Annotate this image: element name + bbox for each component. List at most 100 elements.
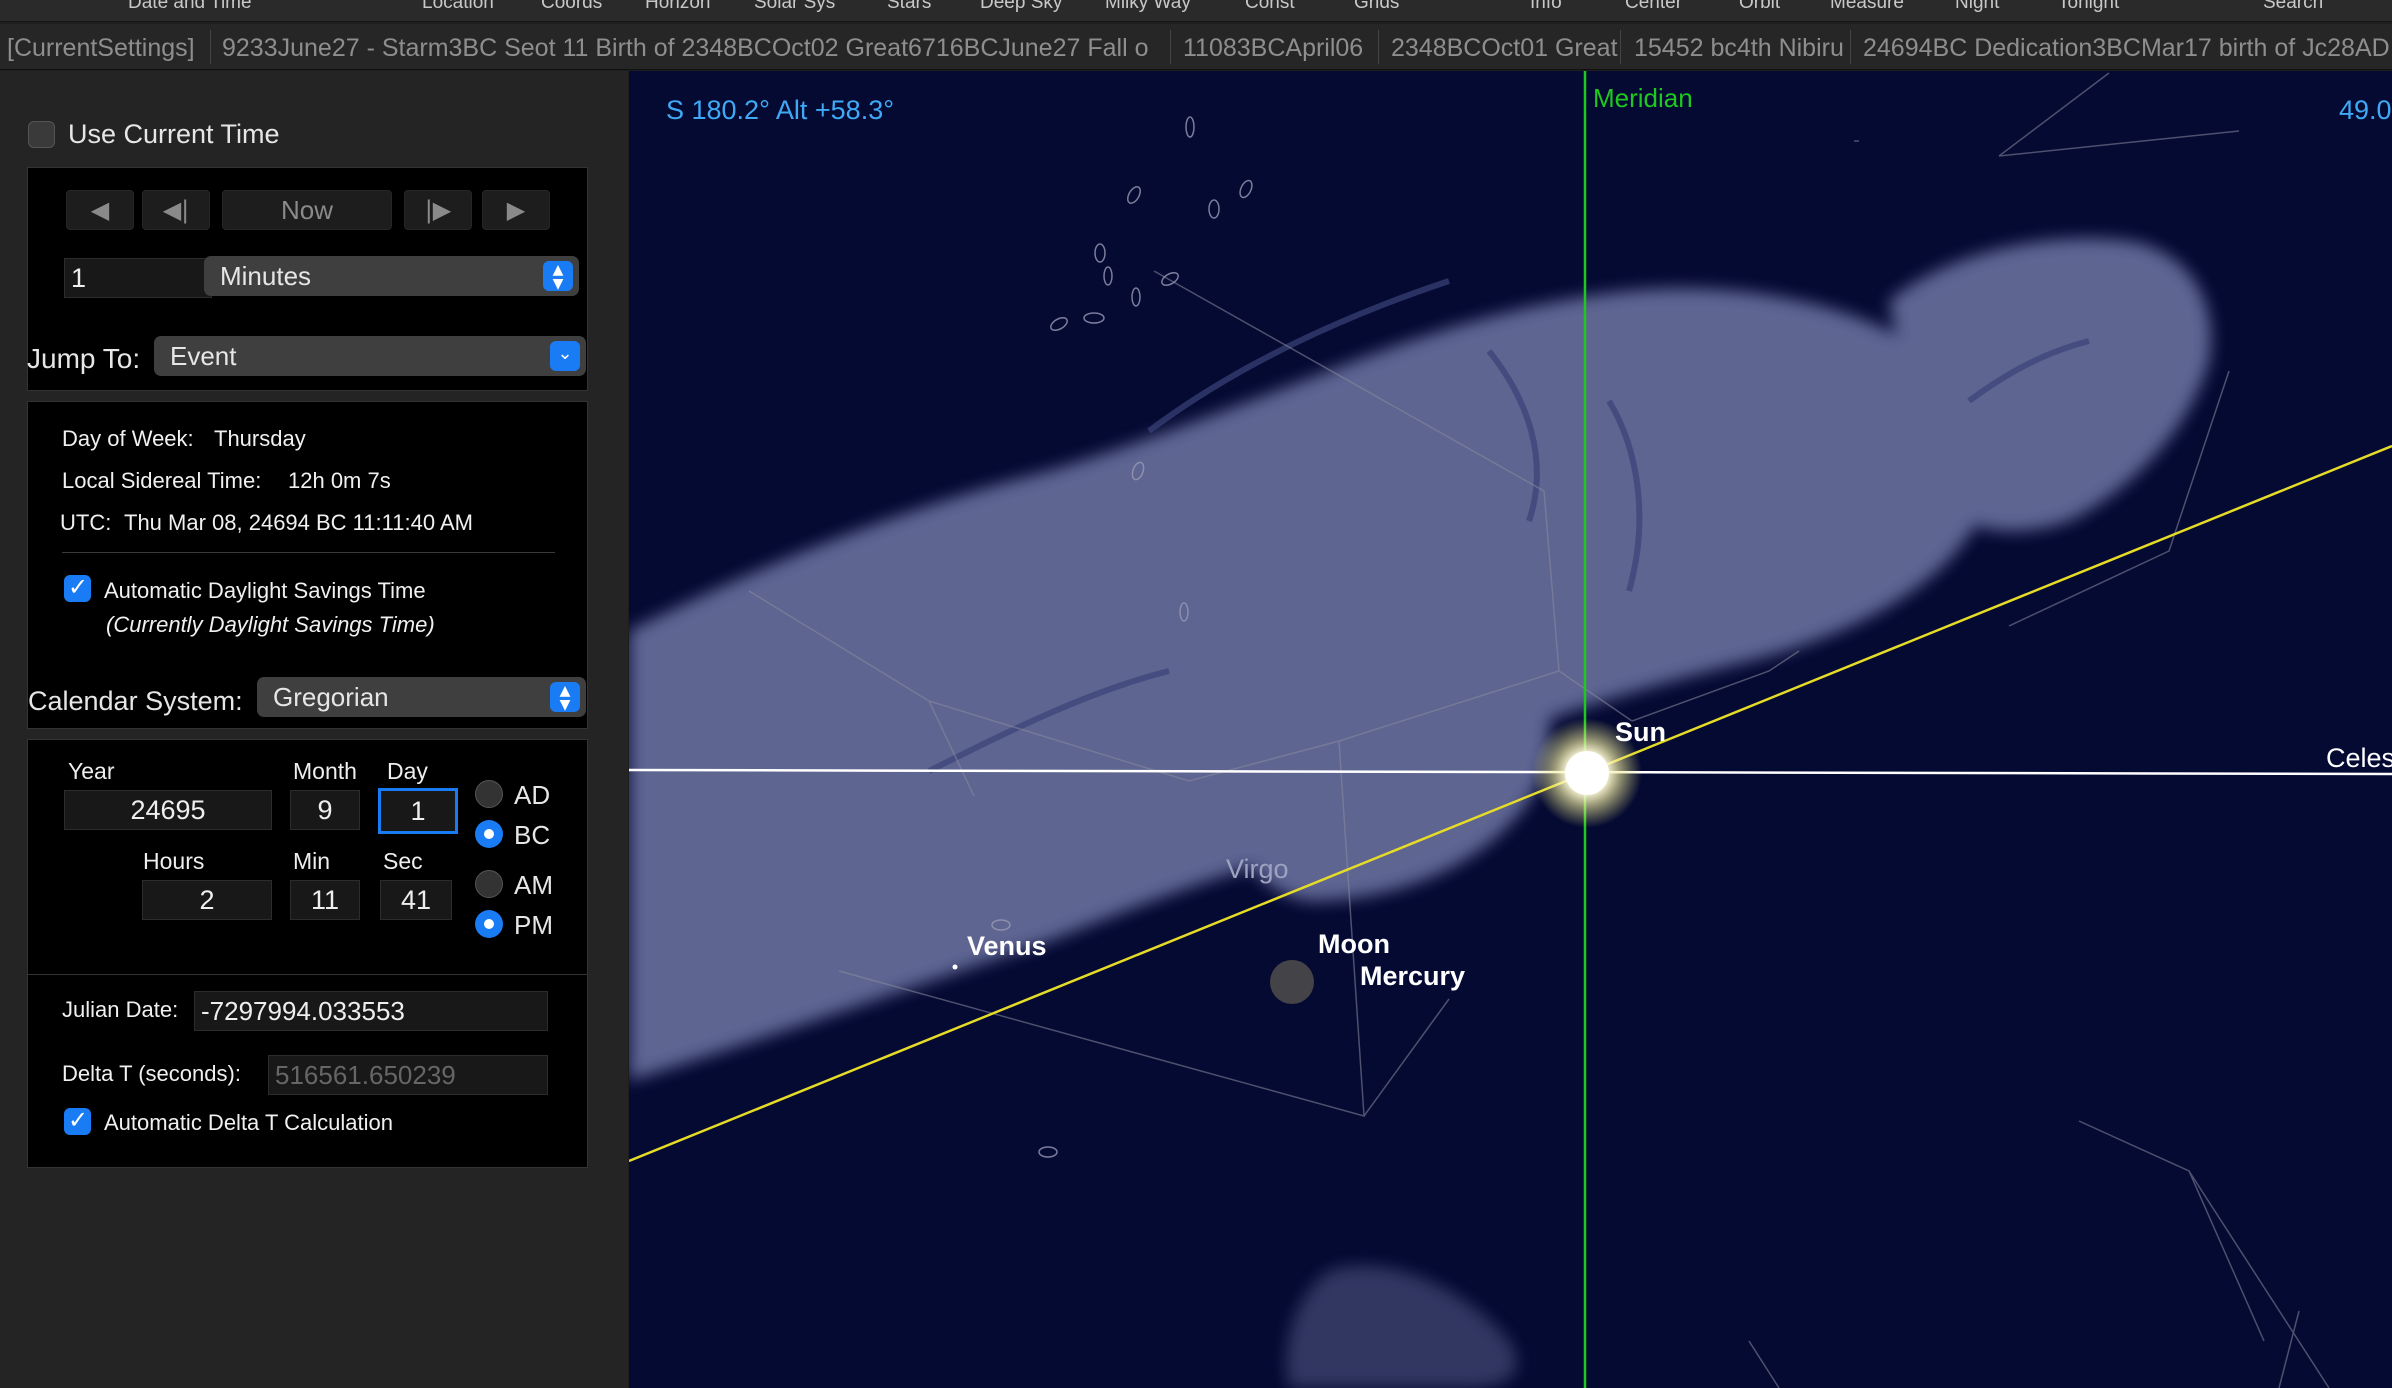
toolbar-tonight[interactable]: Tonight	[2058, 0, 2119, 14]
venus-label[interactable]: Venus	[967, 931, 1047, 962]
day-input[interactable]: 1	[378, 788, 458, 834]
rewind-button[interactable]: ◀	[66, 190, 134, 230]
use-current-time-label: Use Current Time	[68, 119, 280, 149]
direction-readout: S 180.2° Alt +58.3°	[666, 95, 895, 125]
delta-t-input[interactable]: 516561.650239	[268, 1055, 548, 1095]
toolbar-horizon[interactable]: Horizon	[645, 0, 710, 14]
sec-input[interactable]: 41	[380, 880, 452, 920]
virgo-artwork	[629, 238, 2211, 1388]
month-label: Month	[293, 758, 357, 784]
toolbar-milky-way[interactable]: Milky Way	[1105, 0, 1191, 14]
up-down-chevron-icon: ▲ ▼	[543, 261, 573, 291]
toolbar-deep-sky[interactable]: Deep Sky	[980, 0, 1062, 14]
toolbar-const[interactable]: Const	[1245, 0, 1295, 14]
toolbar-date-and-time[interactable]: Date and Time	[128, 0, 252, 14]
toolbar-orbit[interactable]: Orbit	[1739, 0, 1780, 14]
day-of-week-value: Thursday	[214, 426, 306, 451]
am-radio[interactable]	[475, 870, 503, 898]
celestial-equator-label: Celes	[2326, 743, 2392, 773]
month-input[interactable]: 9	[290, 790, 360, 830]
auto-dst-label: Automatic Daylight Savings Time	[104, 578, 426, 603]
bc-radio[interactable]	[475, 820, 503, 848]
settings-item-bookmark[interactable]: 11083BCApril06	[1183, 34, 1363, 63]
auto-delta-t-label: Automatic Delta T Calculation	[104, 1110, 393, 1135]
venus-dot	[952, 964, 958, 970]
jump-to-select[interactable]: Event ⌄	[154, 336, 586, 376]
moon-label[interactable]: Moon	[1318, 929, 1390, 960]
toolbar-grids[interactable]: Grids	[1354, 0, 1399, 14]
am-label: AM	[514, 870, 553, 900]
auto-delta-t-checkbox[interactable]	[64, 1106, 91, 1135]
mercury-label[interactable]: Mercury	[1360, 961, 1465, 992]
toolbar-solar-sys[interactable]: Solar Sys	[754, 0, 835, 14]
pm-label: PM	[514, 910, 553, 940]
utc-label: UTC:	[60, 510, 112, 535]
settings-bar: [CurrentSettings] 9233June27 - Starm3BC …	[0, 24, 2392, 70]
min-label: Min	[293, 848, 331, 874]
step-back-button[interactable]: ◀|	[142, 190, 210, 230]
settings-separator	[1850, 30, 1851, 64]
settings-separator	[1378, 30, 1379, 64]
sec-label: Sec	[383, 848, 423, 874]
toolbar-location[interactable]: Location	[422, 0, 494, 14]
auto-dst-checkbox[interactable]	[64, 573, 91, 602]
sun-label[interactable]: Sun	[1615, 717, 1666, 748]
pm-radio[interactable]	[475, 910, 503, 938]
divider	[62, 552, 555, 553]
time-step-input[interactable]: 1	[64, 258, 212, 298]
sidereal-time-value: 12h 0m 7s	[288, 468, 391, 493]
settings-item-bookmark[interactable]: 15452 bc4th Nibiru	[1634, 34, 1844, 63]
year-input[interactable]: 24695	[64, 790, 272, 830]
time-step-unit-value: Minutes	[220, 261, 312, 291]
sun-disk	[1565, 751, 1609, 795]
bc-label: BC	[514, 820, 551, 850]
calendar-system-value: Gregorian	[273, 682, 389, 712]
chevron-down-icon: ⌄	[550, 341, 580, 371]
calendar-system-label: Calendar System:	[28, 686, 243, 716]
ad-radio[interactable]	[475, 780, 503, 808]
toolbar-stars[interactable]: Stars	[887, 0, 931, 14]
hours-input[interactable]: 2	[142, 880, 272, 920]
now-button[interactable]: Now	[222, 190, 392, 230]
ad-label: AD	[514, 780, 551, 810]
min-input[interactable]: 11	[290, 880, 360, 920]
jump-to-label: Jump To:	[27, 343, 141, 374]
toolbar-center[interactable]: Center	[1625, 0, 1682, 14]
moon-disk	[1270, 960, 1314, 1004]
step-forward-button[interactable]: |▶	[404, 190, 472, 230]
year-label: Year	[68, 758, 115, 784]
up-down-chevron-icon: ▲ ▼	[550, 682, 580, 712]
time-step-unit-select[interactable]: Minutes ▲ ▼	[204, 256, 579, 296]
settings-item-bookmark[interactable]: 9233June27 - Starm3BC Seot 11 Birth of 2…	[222, 34, 1148, 63]
right-readout: 49.0	[2339, 95, 2392, 125]
date-time-panel: Use Current Time ◀ ◀| Now |▶ ▶ 1 Minutes…	[0, 71, 628, 1388]
julian-date-label: Julian Date:	[62, 997, 179, 1022]
dst-status: (Currently Daylight Savings Time)	[106, 612, 435, 637]
sky-view[interactable]: S 180.2° Alt +58.3° 49.0 Meridian Celes …	[629, 71, 2392, 1388]
utc-value: Thu Mar 08, 24694 BC 11:11:40 AM	[124, 510, 473, 535]
day-label: Day	[387, 758, 428, 784]
use-current-time-checkbox[interactable]	[28, 121, 55, 148]
sidereal-time-label: Local Sidereal Time:	[62, 468, 262, 493]
meridian-label: Meridian	[1593, 83, 1693, 113]
toolbar-search[interactable]: Search	[2263, 0, 2323, 14]
julian-date-box: Julian Date: -7297994.033553 Delta T (se…	[27, 974, 588, 1168]
settings-separator	[1620, 30, 1621, 64]
day-of-week-label: Day of Week:	[62, 426, 194, 451]
toolbar-coords[interactable]: Coords	[541, 0, 602, 14]
hours-label: Hours	[143, 848, 205, 874]
settings-item-bookmark[interactable]: 24694BC Dedication3BCMar17 birth of Jc28…	[1863, 34, 2390, 63]
calendar-system-select[interactable]: Gregorian ▲ ▼	[257, 677, 586, 717]
constellation-label: Virgo	[1226, 854, 1289, 884]
play-button[interactable]: ▶	[482, 190, 550, 230]
toolbar-night[interactable]: Night	[1955, 0, 1999, 14]
toolbar-measure[interactable]: Measure	[1830, 0, 1904, 14]
settings-item-bookmark[interactable]: 2348BCOct01 Great	[1391, 34, 1618, 63]
toolbar-info[interactable]: Info	[1530, 0, 1562, 14]
toolbar: Date and Time Location Coords Horizon So…	[0, 0, 2392, 22]
sky-canvas	[629, 71, 2392, 1388]
settings-item-current[interactable]: [CurrentSettings]	[7, 34, 195, 63]
julian-date-input[interactable]: -7297994.033553	[194, 991, 548, 1031]
settings-separator	[210, 30, 211, 64]
delta-t-label: Delta T (seconds):	[62, 1061, 241, 1086]
